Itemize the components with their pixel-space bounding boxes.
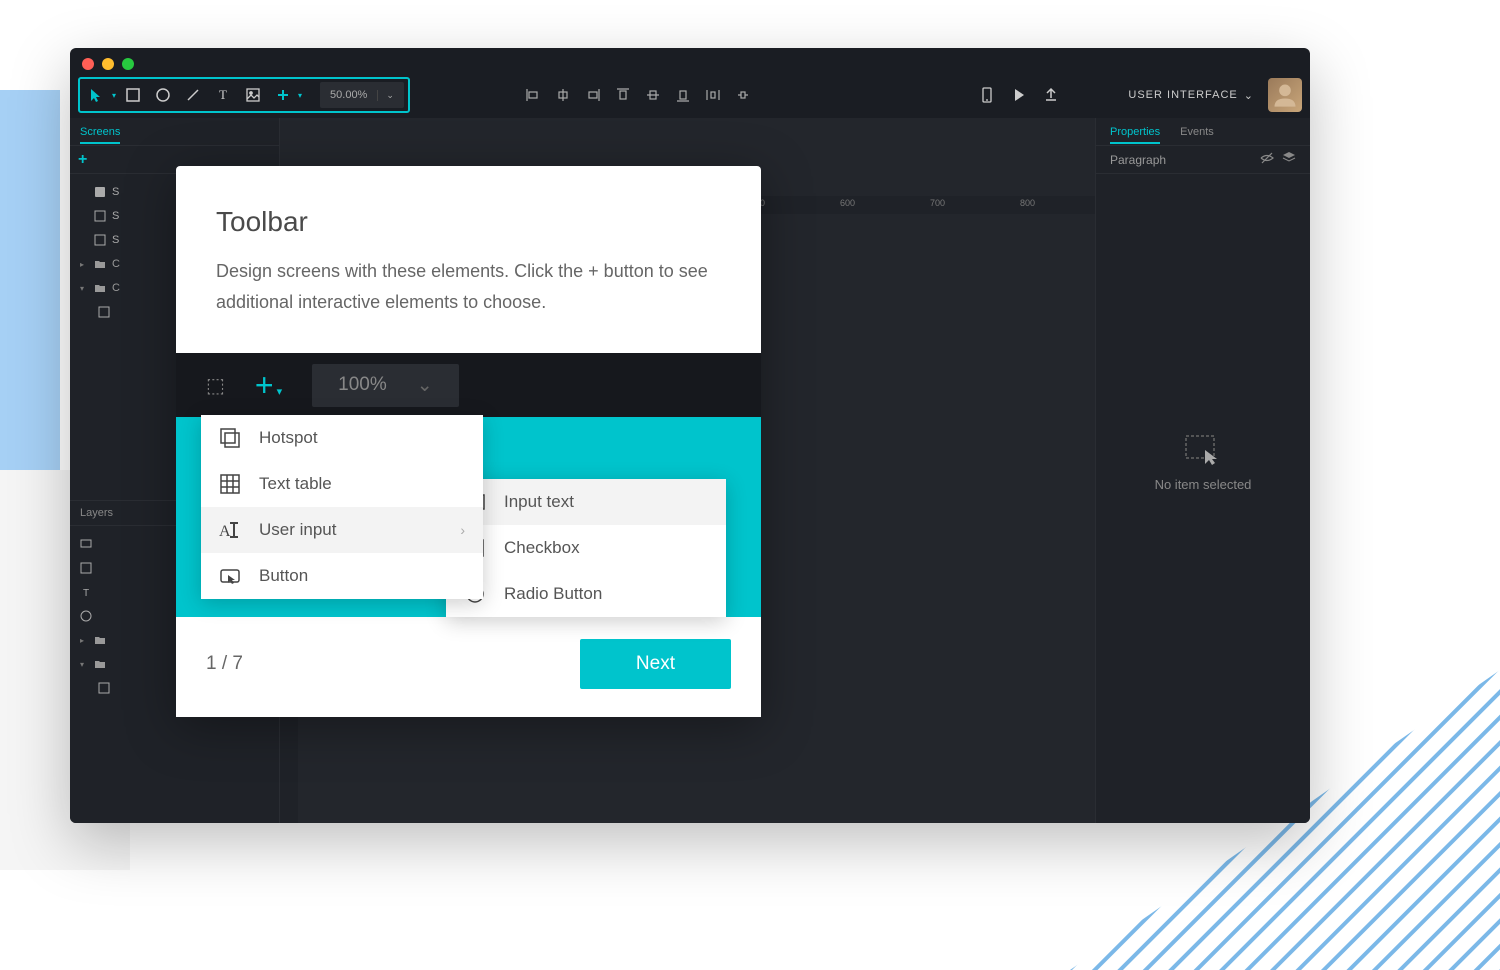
zoom-value: 50.00% (330, 89, 367, 101)
dropdown-item-user-input[interactable]: A User input › (201, 507, 483, 553)
ruler-mark: 600 (840, 198, 855, 208)
tutorial-footer: 1 / 7 Next (176, 617, 761, 717)
svg-text:T: T (83, 588, 89, 598)
dropdown-item-button[interactable]: Button (201, 553, 483, 599)
chevron-down-icon: ⌄ (1244, 89, 1254, 102)
tutorial-content: Toolbar Design screens with these elemen… (176, 166, 761, 353)
dropdown-label: Checkbox (504, 538, 580, 558)
align-group (522, 84, 754, 106)
no-selection-text: No item selected (1096, 477, 1310, 492)
add-screen-button[interactable]: + (78, 151, 87, 169)
user-input-submenu: A Input text Checkbox Radio Button (446, 479, 726, 617)
tree-label: S (112, 186, 119, 198)
align-left-icon[interactable] (522, 84, 544, 106)
upload-icon[interactable] (1042, 86, 1060, 104)
element-type-row: Paragraph (1096, 146, 1310, 174)
demo-crop-icon: ⬚ (206, 373, 225, 398)
right-panel: Properties Events Paragraph No item sele… (1095, 118, 1310, 823)
dropdown-item-input-text[interactable]: A Input text (446, 479, 726, 525)
demo-zoom-value: 100% (338, 374, 387, 396)
visibility-icon[interactable] (1260, 151, 1274, 168)
device-icon[interactable] (978, 86, 996, 104)
dropdown-label: Input text (504, 492, 574, 512)
right-panel-tabs: Properties Events (1096, 118, 1310, 146)
align-top-icon[interactable] (612, 84, 634, 106)
ruler-mark: 800 (1020, 198, 1035, 208)
chevron-down-icon: ▾ (112, 91, 116, 100)
text-tool[interactable]: T (210, 82, 236, 108)
right-controls: USER INTERFACE ⌄ (978, 78, 1302, 112)
tab-events[interactable]: Events (1180, 126, 1214, 138)
left-panel-tabs: Screens (70, 118, 279, 146)
tab-properties[interactable]: Properties (1110, 126, 1160, 144)
next-button[interactable]: Next (580, 639, 731, 689)
svg-text:T: T (219, 87, 227, 102)
tutorial-demo: ⬚ +▾ 100% ⌄ Hotspot Text table A (176, 353, 761, 617)
layers-icon[interactable] (1282, 151, 1296, 168)
ruler-mark: 700 (930, 198, 945, 208)
pointer-tool[interactable] (84, 82, 110, 108)
close-window-icon[interactable] (82, 58, 94, 70)
chevron-right-icon: › (460, 522, 465, 538)
tab-screens[interactable]: Screens (80, 126, 120, 144)
rectangle-tool[interactable] (120, 82, 146, 108)
page-indicator: 1 / 7 (206, 653, 243, 675)
tutorial-title: Toolbar (216, 206, 721, 238)
dropdown-label: Button (259, 566, 308, 586)
minimize-window-icon[interactable] (102, 58, 114, 70)
dropdown-item-hotspot[interactable]: Hotspot (201, 415, 483, 461)
demo-add-button[interactable]: +▾ (255, 367, 282, 404)
ellipse-tool[interactable] (150, 82, 176, 108)
tree-label: S (112, 210, 119, 222)
elements-dropdown: Hotspot Text table A User input › Button (201, 415, 483, 599)
align-middle-v-icon[interactable] (642, 84, 664, 106)
project-dropdown[interactable]: USER INTERFACE ⌄ (1128, 89, 1254, 102)
dropdown-label: User input (259, 520, 336, 540)
toolbar-group-highlighted: ▾ T ▾ 50.00% ⌄ (78, 77, 410, 113)
dropdown-item-text-table[interactable]: Text table (201, 461, 483, 507)
maximize-window-icon[interactable] (122, 58, 134, 70)
svg-text:A: A (219, 523, 231, 540)
dropdown-item-radio[interactable]: Radio Button (446, 571, 726, 617)
play-icon[interactable] (1010, 86, 1028, 104)
project-name: USER INTERFACE (1128, 89, 1237, 101)
align-bottom-icon[interactable] (672, 84, 694, 106)
window-controls (82, 58, 134, 70)
tutorial-body: Design screens with these elements. Clic… (216, 256, 721, 317)
chevron-down-icon: ▾ (277, 385, 283, 398)
topbar: ▾ T ▾ 50.00% ⌄ (70, 76, 1310, 114)
align-right-icon[interactable] (582, 84, 604, 106)
bg-decoration (0, 90, 60, 470)
chevron-down-icon: ▾ (298, 91, 302, 100)
no-selection: No item selected (1096, 435, 1310, 492)
dropdown-label: Text table (259, 474, 332, 494)
distribute-v-icon[interactable] (732, 84, 754, 106)
tree-label: C (112, 282, 120, 294)
tutorial-popup: Toolbar Design screens with these elemen… (176, 166, 761, 717)
dropdown-item-checkbox[interactable]: Checkbox (446, 525, 726, 571)
app-window: ▾ T ▾ 50.00% ⌄ (70, 48, 1310, 823)
tree-label: S (112, 234, 119, 246)
align-center-h-icon[interactable] (552, 84, 574, 106)
image-tool[interactable] (240, 82, 266, 108)
chevron-down-icon: ⌄ (377, 90, 394, 101)
dropdown-label: Radio Button (504, 584, 602, 604)
zoom-control[interactable]: 50.00% ⌄ (320, 82, 404, 108)
demo-zoom[interactable]: 100% ⌄ (312, 364, 459, 407)
user-avatar[interactable] (1268, 78, 1302, 112)
dropdown-label: Hotspot (259, 428, 318, 448)
tree-label: C (112, 258, 120, 270)
chevron-down-icon: ⌄ (417, 374, 433, 397)
distribute-h-icon[interactable] (702, 84, 724, 106)
line-tool[interactable] (180, 82, 206, 108)
selection-placeholder-icon (1096, 435, 1310, 465)
demo-toolbar: ⬚ +▾ 100% ⌄ (176, 353, 761, 417)
add-tool[interactable] (270, 82, 296, 108)
element-type-label: Paragraph (1110, 153, 1166, 167)
